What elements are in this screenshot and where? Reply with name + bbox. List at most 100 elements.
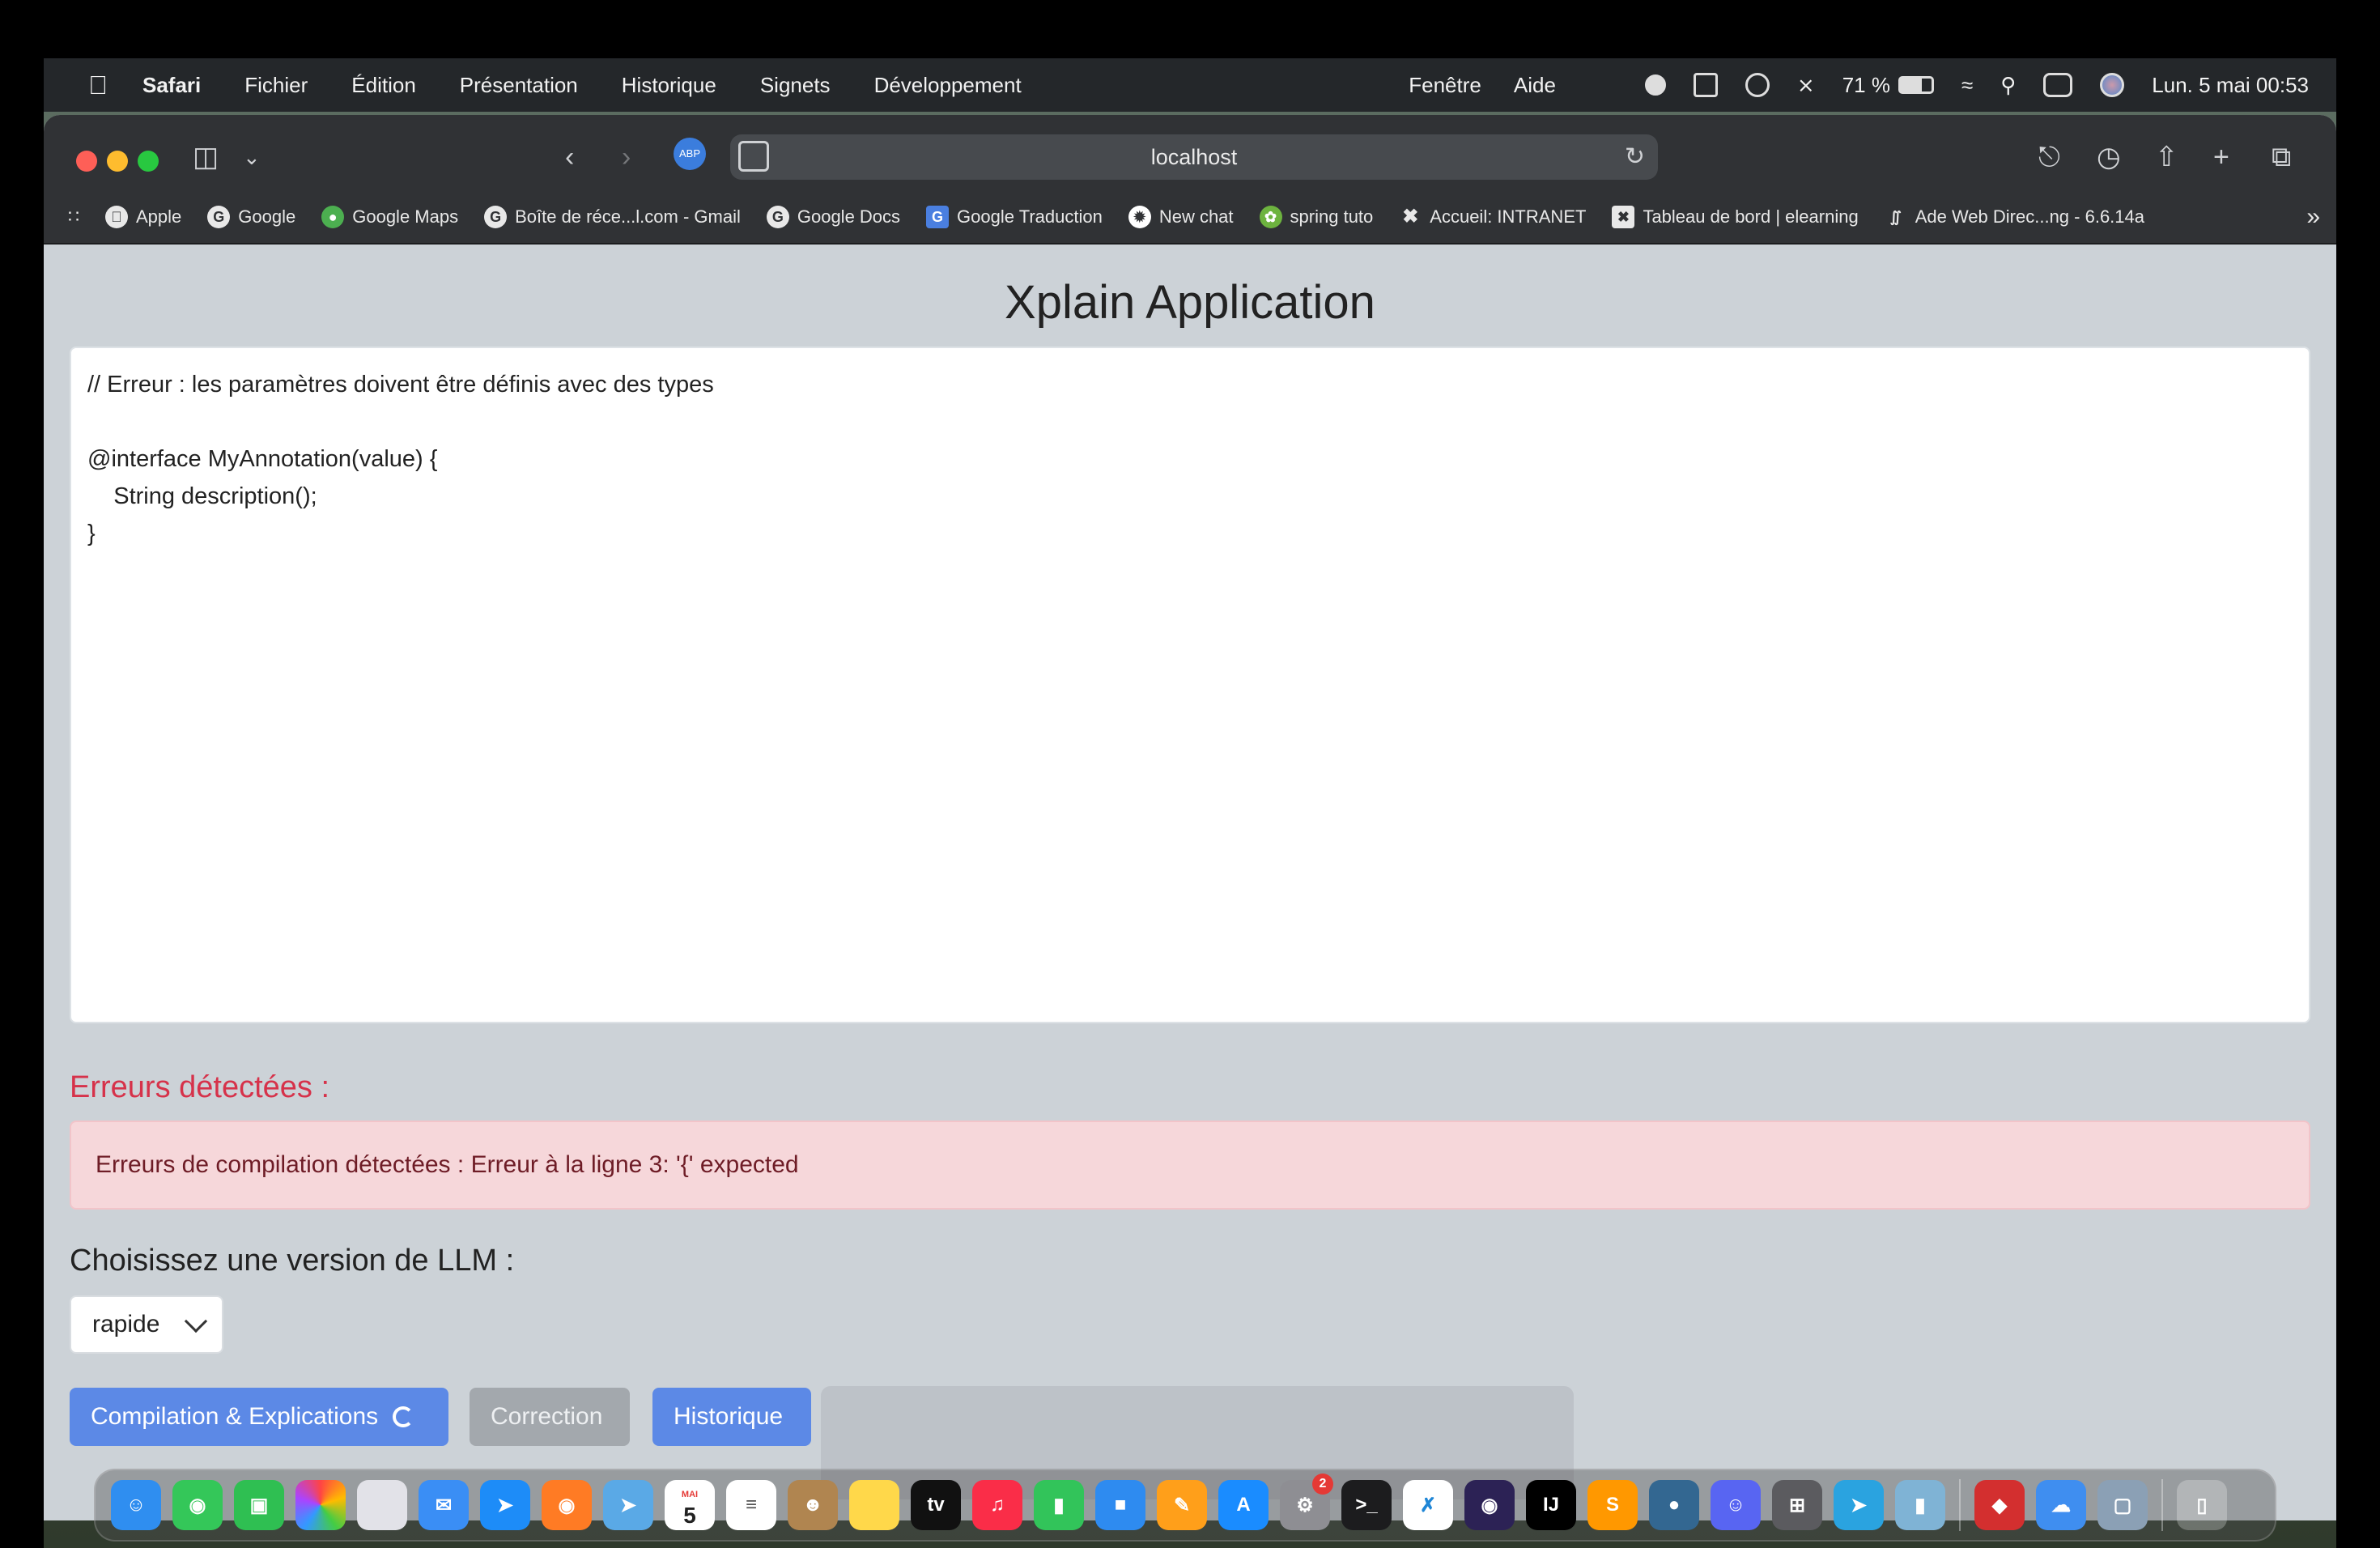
sublime-icon[interactable]: S [1587,1480,1638,1530]
menu-historique[interactable]: Historique [622,73,716,98]
new-tab-icon[interactable]: + [2213,141,2229,173]
forward-icon[interactable]: › [622,141,631,173]
more-bookmarks-icon[interactable]: » [2306,203,2320,231]
bookmark-label: Boîte de réce...l.com - Gmail [515,206,741,227]
zoom-window-button[interactable] [138,151,159,172]
menu-signets[interactable]: Signets [760,73,831,98]
discord-icon[interactable]: ☺ [1711,1480,1761,1530]
telegram-icon[interactable]: ➤ [1834,1480,1884,1530]
acrobat-icon[interactable]: ◆ [1974,1480,2025,1530]
bluetooth-off-icon[interactable]: ⨯ [1797,73,1815,98]
terminal-icon[interactable]: >_ [1341,1480,1392,1530]
close-window-button[interactable] [76,151,97,172]
menu-fichier[interactable]: Fichier [244,73,308,98]
address-bar[interactable]: localhost ↻ [730,134,1658,180]
pages-icon[interactable]: ✎ [1157,1480,1207,1530]
control-center-icon[interactable] [2043,73,2073,97]
menubar-clock[interactable]: Lun. 5 mai 00:53 [2152,73,2309,98]
menu-edition[interactable]: Édition [351,73,416,98]
safari-icon[interactable]: ➤ [480,1480,530,1530]
calendar-icon[interactable]: MAI 5 [665,1480,715,1530]
record-icon[interactable] [1644,74,1666,96]
postgresql-icon[interactable]: ● [1649,1480,1699,1530]
search-icon[interactable]: ⚲ [2000,73,2016,98]
bookmark-ade[interactable]: ∬ Ade Web Direc...ng - 6.6.14a [1885,206,2144,228]
bookmark-gmail[interactable]: G Boîte de réce...l.com - Gmail [484,206,741,228]
keynote-icon[interactable]: ■ [1095,1480,1145,1530]
messages-icon[interactable]: ◉ [172,1480,223,1530]
share-icon[interactable]: ⇧ [2155,141,2178,173]
tab-group-chevron-icon[interactable]: ⌄ [243,141,261,173]
launchpad-icon[interactable] [357,1480,407,1530]
firefox-icon[interactable]: ◉ [542,1480,592,1530]
music-icon[interactable]: ♫ [972,1480,1022,1530]
compile-explain-button[interactable]: Compilation & Explications [70,1388,448,1446]
bookmark-google[interactable]: G Google [207,206,295,228]
downloads-icon[interactable]: ⎋ [2038,141,2060,173]
bookmark-label: spring tuto [1290,206,1374,227]
bookmark-label: Apple [136,206,182,227]
siri-icon[interactable] [2100,73,2125,97]
facetime-icon[interactable]: ▣ [234,1480,284,1530]
menu-aide[interactable]: Aide [1514,73,1556,98]
bookmark-new-chat[interactable]: ✹ New chat [1128,206,1234,228]
maps-icon[interactable]: ➤ [603,1480,653,1530]
calculator-icon[interactable]: ⊞ [1772,1480,1822,1530]
reload-icon[interactable]: ↻ [1625,142,1645,171]
stage-manager-icon[interactable] [1693,73,1718,97]
menu-fenetre[interactable]: Fenêtre [1409,73,1481,98]
mail-icon[interactable]: ✉ [419,1480,469,1530]
apple-tv-icon[interactable]: tv [911,1480,961,1530]
correction-button[interactable]: Correction [470,1388,630,1446]
bookmark-google-traduction[interactable]: G Google Traduction [926,206,1103,228]
menu-app-name[interactable]: Safari [142,73,201,98]
app-store-icon[interactable]: A [1218,1480,1269,1530]
bookmark-apple[interactable]:  Apple [105,206,181,228]
bookmark-intranet[interactable]: ✖ Accueil: INTRANET [1399,206,1586,228]
history-icon[interactable]: ◷ [2097,141,2121,173]
intellij-icon[interactable]: IJ [1526,1480,1576,1530]
numbers-icon[interactable]: ▮ [1034,1480,1084,1530]
bookmark-label: Tableau de bord | elearning [1643,206,1859,227]
apple-icon:  [105,206,128,228]
page-menu-icon[interactable] [738,141,769,172]
vscode-icon[interactable]: ✗ [1403,1480,1453,1530]
adblock-icon[interactable]: ABP [674,138,706,170]
trash-icon[interactable]: ▯ [2177,1480,2227,1530]
system-settings-icon[interactable]: ⚙ 2 [1280,1474,1333,1530]
bookmark-elearning[interactable]: ✖ Tableau de bord | elearning [1612,206,1859,228]
notes-icon[interactable] [849,1480,899,1530]
apple-menu-icon[interactable]:  [78,70,118,100]
gitkraken-icon[interactable]: ▮ [1895,1480,1945,1530]
google-icon: G [484,206,508,228]
intranet-icon: ✖ [1402,206,1419,228]
finder-icon[interactable]: ☺ [111,1480,161,1530]
history-button[interactable]: Historique [652,1388,811,1446]
llm-version-select[interactable]: rapide [70,1295,223,1354]
menu-presentation[interactable]: Présentation [460,73,578,98]
dock: ☺ ◉ ▣ ✉ ➤ ◉ ➤ MAI 5 ≡ ☻ tv ♫ ▮ ■ ✎ A ⚙ 2 >… [94,1469,2276,1542]
minimize-window-button[interactable] [107,151,128,172]
icloud-icon[interactable]: ☁ [2036,1480,2086,1530]
back-icon[interactable]: ‹ [565,141,574,173]
tab-overview-icon[interactable]: ⧉ [2272,141,2291,173]
play-icon[interactable] [1745,73,1770,97]
menu-developpement[interactable]: Développement [874,73,1022,98]
contacts-icon[interactable]: ☻ [788,1480,838,1530]
bookmark-spring-tuto[interactable]: ✿ spring tuto [1259,206,1374,228]
battery-status[interactable]: 71 % [1842,73,1934,98]
web-page: Xplain Application // Erreur : les param… [44,245,2336,1520]
bookmark-google-maps[interactable]: ● Google Maps [321,206,458,228]
eclipse-icon[interactable]: ◉ [1464,1480,1515,1530]
code-editor[interactable]: // Erreur : les paramètres doivent être … [70,347,2310,1023]
downloads-stack-icon[interactable]: ▢ [2097,1480,2148,1530]
sidebar-toggle-icon[interactable]: ◫ [193,141,219,173]
photos-icon[interactable] [295,1480,346,1530]
browser-toolbar: ◫ ⌄ ‹ › ABP localhost ↻ ⎋ ◷ ⇧ + ⧉ ∷  App… [44,115,2336,245]
reminders-icon[interactable]: ≡ [726,1480,776,1530]
apps-grid-icon[interactable]: ∷ [68,206,79,228]
error-alert: Erreurs de compilation détectées : Erreu… [70,1121,2310,1210]
bookmark-google-docs[interactable]: G Google Docs [766,206,900,228]
wifi-icon[interactable]: ≈ [1961,73,1973,98]
errors-heading: Erreurs détectées : [70,1070,330,1104]
